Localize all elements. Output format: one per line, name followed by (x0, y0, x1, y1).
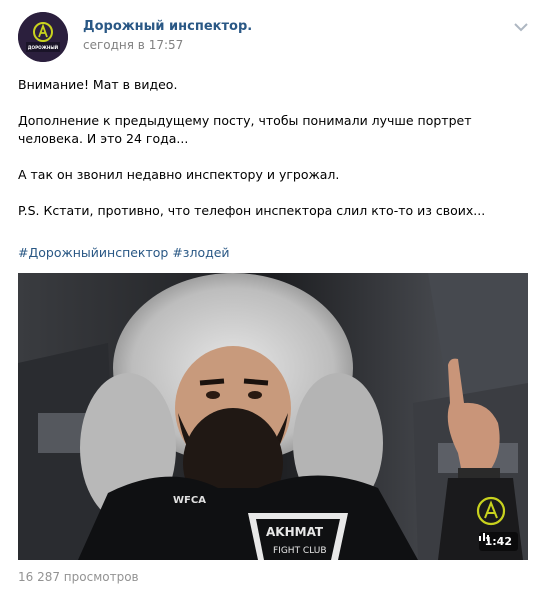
avatar[interactable]: ДОРОЖНЫЙ (18, 12, 68, 62)
post-paragraph: P.S. Кстати, противно, что телефон инспе… (18, 203, 486, 218)
video-thumbnail: WFCA AKHMAT FIGHT CLUB (18, 273, 528, 560)
wall-post: ДОРОЖНЫЙ Дорожный инспектор. сегодня в 1… (0, 0, 546, 593)
post-time[interactable]: сегодня в 17:57 (83, 38, 183, 52)
view-count: 16 287 просмотров (18, 570, 139, 584)
post-header: ДОРОЖНЫЙ Дорожный инспектор. сегодня в 1… (18, 12, 528, 62)
post-paragraph: А так он звонил недавно инспектору и угр… (18, 167, 340, 182)
svg-text:ДОРОЖНЫЙ: ДОРОЖНЫЙ (28, 45, 59, 50)
hashtag-link[interactable]: #злодей (172, 245, 229, 260)
post-paragraph: Внимание! Мат в видео. (18, 77, 178, 92)
shirt-text: AKHMAT (266, 525, 324, 539)
video-duration-badge: 1:42 (478, 532, 518, 551)
video-bars-icon (478, 533, 489, 541)
hashtag-link[interactable]: #Дорожныйинспектор (18, 245, 168, 260)
shirt-text: WFCA (173, 495, 206, 506)
post-paragraph: Дополнение к предыдущему посту, чтобы по… (18, 113, 472, 146)
video-player[interactable]: WFCA AKHMAT FIGHT CLUB 1:42 (18, 273, 528, 560)
post-author[interactable]: Дорожный инспектор. (83, 19, 252, 34)
post-hashtags: #Дорожныйинспектор #злодей (18, 245, 230, 260)
avatar-logo: ДОРОЖНЫЙ (18, 12, 68, 62)
video-duration: 1:42 (484, 535, 512, 548)
post-text: Внимание! Мат в видео. Дополнение к пред… (18, 76, 528, 238)
shirt-text: FIGHT CLUB (273, 546, 327, 556)
chevron-down-icon[interactable] (514, 22, 528, 32)
